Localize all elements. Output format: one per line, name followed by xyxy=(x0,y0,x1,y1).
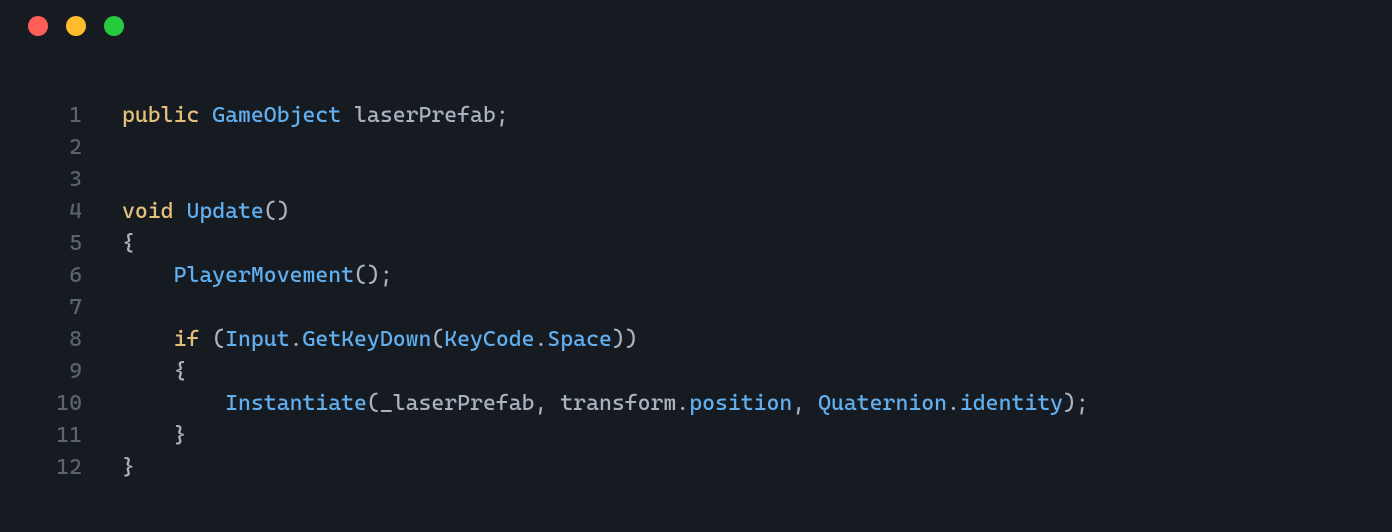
code-token: . xyxy=(290,327,303,352)
code-token: void xyxy=(122,199,174,224)
line-number: 8 xyxy=(0,324,82,356)
code-token xyxy=(199,103,212,128)
code-token: PlayerMovement xyxy=(174,263,354,288)
code-token: { xyxy=(122,231,135,256)
line-number: 6 xyxy=(0,260,82,292)
code-token: )) xyxy=(612,327,638,352)
code-token: . xyxy=(947,391,960,416)
code-token: . xyxy=(535,327,548,352)
code-token: () xyxy=(264,199,290,224)
code-line[interactable]: public GameObject laserPrefab; xyxy=(122,100,1089,132)
code-line[interactable]: Instantiate(_laserPrefab, transform.posi… xyxy=(122,388,1089,420)
code-token xyxy=(174,199,187,224)
code-token xyxy=(122,263,174,288)
code-line[interactable] xyxy=(122,132,1089,164)
code-token: KeyCode xyxy=(444,327,534,352)
code-line[interactable]: } xyxy=(122,452,1089,484)
line-number-gutter: 123456789101112 xyxy=(0,100,82,484)
maximize-icon[interactable] xyxy=(104,16,124,36)
code-editor[interactable]: 123456789101112 public GameObject laserP… xyxy=(0,52,1392,484)
code-token: { xyxy=(174,359,187,384)
code-line[interactable] xyxy=(122,292,1089,324)
code-line[interactable]: void Update() xyxy=(122,196,1089,228)
code-line[interactable]: { xyxy=(122,228,1089,260)
line-number: 11 xyxy=(0,420,82,452)
code-token: Input xyxy=(225,327,289,352)
code-token: GameObject xyxy=(212,103,341,128)
line-number: 12 xyxy=(0,452,82,484)
code-token: _laserPrefab xyxy=(380,391,535,416)
code-token: ; xyxy=(496,103,509,128)
code-token: Quaternion xyxy=(818,391,947,416)
code-token: Update xyxy=(186,199,263,224)
code-line[interactable] xyxy=(122,164,1089,196)
line-number: 5 xyxy=(0,228,82,260)
line-number: 10 xyxy=(0,388,82,420)
code-token: . xyxy=(676,391,689,416)
code-token: Instantiate xyxy=(225,391,367,416)
code-token: transform xyxy=(560,391,676,416)
code-token: , xyxy=(535,391,561,416)
line-number: 7 xyxy=(0,292,82,324)
code-token xyxy=(199,327,212,352)
code-line[interactable]: PlayerMovement(); xyxy=(122,260,1089,292)
line-number: 3 xyxy=(0,164,82,196)
code-token: ); xyxy=(1063,391,1089,416)
code-token: laserPrefab xyxy=(354,103,496,128)
code-content[interactable]: public GameObject laserPrefab; void Upda… xyxy=(82,100,1089,484)
code-token: public xyxy=(122,103,199,128)
code-token: if xyxy=(174,327,200,352)
minimize-icon[interactable] xyxy=(66,16,86,36)
code-token: identity xyxy=(960,391,1063,416)
code-token: } xyxy=(174,423,187,448)
code-line[interactable]: { xyxy=(122,356,1089,388)
line-number: 1 xyxy=(0,100,82,132)
line-number: 4 xyxy=(0,196,82,228)
code-token: } xyxy=(122,455,135,480)
code-token xyxy=(122,423,174,448)
line-number: 2 xyxy=(0,132,82,164)
code-token xyxy=(122,359,174,384)
window-titlebar xyxy=(0,0,1392,52)
code-token: ( xyxy=(212,327,225,352)
code-token: ( xyxy=(367,391,380,416)
code-token: ( xyxy=(431,327,444,352)
code-token: , xyxy=(792,391,818,416)
code-token: GetKeyDown xyxy=(302,327,431,352)
close-icon[interactable] xyxy=(28,16,48,36)
code-token xyxy=(122,391,225,416)
code-token xyxy=(341,103,354,128)
code-token xyxy=(122,327,174,352)
code-token: Space xyxy=(547,327,611,352)
code-line[interactable]: if (Input.GetKeyDown(KeyCode.Space)) xyxy=(122,324,1089,356)
code-line[interactable]: } xyxy=(122,420,1089,452)
code-token: position xyxy=(689,391,792,416)
line-number: 9 xyxy=(0,356,82,388)
code-token: (); xyxy=(354,263,393,288)
